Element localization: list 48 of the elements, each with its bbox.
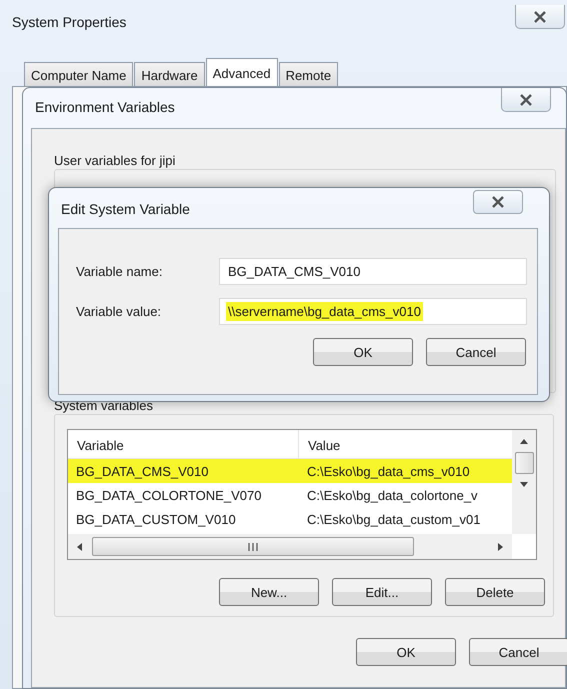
dialog-title: Edit System Variable xyxy=(61,201,190,217)
list-row[interactable]: BG_DATA_COLORTONE_V070 C:\Esko\bg_data_colortone_v xyxy=(68,483,512,507)
dialog-button[interactable]: Edit... xyxy=(332,578,432,606)
scroll-right-icon xyxy=(496,542,504,552)
dialog-button[interactable]: Cancel xyxy=(426,338,526,366)
dialog-title: Environment Variables xyxy=(35,99,175,115)
tab[interactable]: Remote xyxy=(278,62,338,87)
variable-value: C:\Esko\bg_data_colortone_v xyxy=(306,488,479,502)
close-icon xyxy=(519,94,533,106)
scrollbar-thumb[interactable] xyxy=(514,452,534,474)
close-button[interactable] xyxy=(501,88,551,112)
input-field[interactable]: BG_DATA_CMS_V010 xyxy=(219,258,527,285)
variable-value: C:\Esko\bg_data_cms_v010 xyxy=(306,464,471,478)
scroll-down-icon xyxy=(519,480,529,488)
window-title: System Properties xyxy=(12,14,126,30)
field-value: \\servername\bg_data_cms_v010 xyxy=(226,302,423,321)
dialog-button[interactable]: OK xyxy=(356,638,456,666)
field-label: Variable name: xyxy=(76,264,164,279)
column-header[interactable]: Variable xyxy=(68,430,299,458)
group-label: User variables for jipi xyxy=(54,153,176,169)
group-label: System variables xyxy=(54,398,154,414)
close-icon xyxy=(491,196,505,208)
variable-name: BG_DATA_CUSTOM_V010 xyxy=(75,512,237,526)
variable-name: BG_DATA_CMS_V010 xyxy=(75,464,210,478)
list-row[interactable]: BG_DATA_CUSTOM_V010 C:\Esko\bg_data_custom_v01 xyxy=(68,507,512,531)
tab[interactable]: Advanced xyxy=(206,58,278,87)
close-icon xyxy=(533,10,547,22)
column-header[interactable]: Value xyxy=(299,430,512,458)
dialog-button[interactable]: OK xyxy=(313,338,413,366)
dialog-button[interactable]: New... xyxy=(219,578,319,606)
grip-icon xyxy=(247,542,259,550)
vertical-scrollbar[interactable] xyxy=(512,430,536,534)
horizontal-scrollbar[interactable] xyxy=(68,534,512,559)
dialog-button[interactable]: Delete xyxy=(445,578,545,606)
input-field[interactable]: \\servername\bg_data_cms_v010 xyxy=(219,298,527,325)
scrollbar-thumb[interactable] xyxy=(92,537,414,556)
close-button[interactable] xyxy=(473,190,523,214)
tab[interactable]: Computer Name xyxy=(24,62,134,87)
variable-value: C:\Esko\bg_data_custom_v01 xyxy=(306,512,482,526)
scroll-left-icon xyxy=(76,542,84,552)
field-value: BG_DATA_CMS_V010 xyxy=(227,263,362,281)
tab[interactable]: Hardware xyxy=(134,62,205,87)
scroll-up-icon xyxy=(519,438,529,446)
close-button[interactable] xyxy=(515,5,565,29)
field-label: Variable value: xyxy=(76,304,162,319)
variable-name: BG_DATA_COLORTONE_V070 xyxy=(75,488,262,502)
dialog-button[interactable]: Cancel xyxy=(469,638,567,666)
list-row[interactable]: BG_DATA_CMS_V010 C:\Esko\bg_data_cms_v010 xyxy=(68,459,512,483)
